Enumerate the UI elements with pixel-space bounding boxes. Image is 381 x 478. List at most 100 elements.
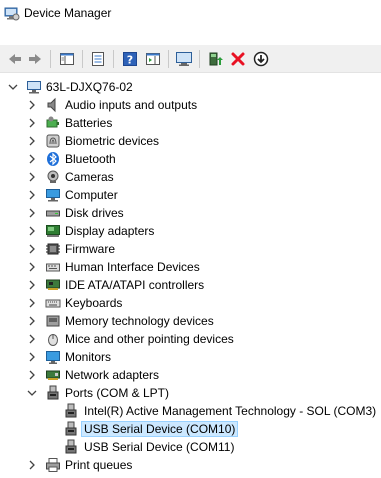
chevron-right-icon[interactable] — [27, 460, 37, 470]
ide-controller-icon — [46, 279, 60, 290]
category-label: Keyboards — [65, 296, 123, 310]
category-disk-drives[interactable]: Disk drives — [0, 204, 381, 222]
category-label: Computer — [65, 188, 118, 202]
category-keyboards[interactable]: Keyboards — [0, 294, 381, 312]
printer-icon — [46, 458, 60, 472]
window-title: Device Manager — [24, 6, 112, 20]
scan-hardware-button[interactable] — [174, 49, 194, 69]
category-hid[interactable]: Human Interface Devices — [0, 258, 381, 276]
chevron-right-icon[interactable] — [27, 298, 37, 308]
speaker-icon — [47, 97, 56, 113]
chevron-right-icon[interactable] — [27, 136, 37, 146]
arrow-left-icon — [9, 54, 21, 64]
uninstall-device-button[interactable] — [228, 49, 248, 69]
category-monitors[interactable]: Monitors — [0, 348, 381, 366]
monitor-icon — [46, 351, 60, 364]
help-icon: ? — [123, 52, 137, 67]
tree-root-node[interactable]: 63L-DJXQ76-02 — [0, 78, 381, 96]
chevron-right-icon[interactable] — [27, 352, 37, 362]
category-display-adapters[interactable]: Display adapters — [0, 222, 381, 240]
menu-bar — [0, 28, 381, 45]
chevron-right-icon[interactable] — [27, 334, 37, 344]
device-label: USB Serial Device (COM11) — [84, 440, 235, 454]
chevron-right-icon[interactable] — [27, 208, 37, 218]
category-label: Bluetooth — [65, 152, 116, 166]
chevron-right-icon[interactable] — [27, 190, 37, 200]
category-label: Batteries — [65, 116, 113, 130]
chevron-right-icon[interactable] — [27, 154, 37, 164]
device-item[interactable]: USB Serial Device (COM11) — [0, 438, 381, 456]
category-ide[interactable]: IDE ATA/ATAPI controllers — [0, 276, 381, 294]
chevron-right-icon[interactable] — [27, 244, 37, 254]
category-print-queues[interactable]: Print queues — [0, 456, 381, 474]
category-label: Firmware — [65, 242, 115, 256]
console-tree-icon — [60, 53, 74, 65]
keyboard-icon — [45, 299, 61, 308]
category-label: Biometric devices — [65, 134, 160, 148]
disk-drive-icon — [46, 210, 60, 217]
chevron-down-icon[interactable] — [27, 388, 37, 398]
red-x-icon — [231, 52, 245, 66]
device-item[interactable]: Intel(R) Active Management Technology - … — [0, 402, 381, 420]
hid-icon — [46, 263, 60, 272]
device-manager-icon — [4, 7, 20, 21]
properties-icon — [92, 52, 104, 66]
monitor-scan-icon — [176, 52, 192, 66]
computer-icon — [27, 81, 41, 94]
category-network-adapters[interactable]: Network adapters — [0, 366, 381, 384]
category-firmware[interactable]: Firmware — [0, 240, 381, 258]
chevron-right-icon[interactable] — [27, 262, 37, 272]
category-batteries[interactable]: Batteries — [0, 114, 381, 132]
category-label: Network adapters — [65, 368, 160, 382]
down-arrow-circle-icon — [253, 51, 269, 67]
category-mice[interactable]: Mice and other pointing devices — [0, 330, 381, 348]
show-hide-console-tree-button[interactable] — [57, 49, 77, 69]
mouse-icon — [48, 334, 58, 346]
display-adapter-icon — [46, 225, 60, 237]
category-biometric[interactable]: Biometric devices — [0, 132, 381, 150]
toolbar-separator — [113, 50, 114, 68]
help-button[interactable]: ? — [120, 49, 140, 69]
category-bluetooth[interactable]: Bluetooth — [0, 150, 381, 168]
properties-button[interactable] — [88, 49, 108, 69]
action-pane-button[interactable] — [143, 49, 163, 69]
port-icon — [65, 439, 77, 454]
device-label: USB Serial Device (COM10) — [80, 421, 239, 437]
chevron-right-icon[interactable] — [27, 226, 37, 236]
forward-button[interactable] — [25, 49, 45, 69]
toolbar: ? — [0, 45, 381, 73]
disable-device-button[interactable] — [251, 49, 271, 69]
network-adapter-icon — [46, 370, 60, 380]
chevron-down-icon[interactable] — [8, 82, 18, 92]
bluetooth-icon — [47, 152, 59, 166]
category-label: Disk drives — [65, 206, 124, 220]
port-icon — [65, 421, 77, 436]
category-ports[interactable]: Ports (COM & LPT) — [0, 384, 381, 402]
action-pane-icon — [146, 53, 160, 65]
chevron-right-icon[interactable] — [27, 370, 37, 380]
arrow-right-icon — [29, 54, 41, 64]
firmware-icon — [46, 243, 60, 255]
chevron-right-icon[interactable] — [27, 118, 37, 128]
update-driver-icon — [209, 52, 223, 66]
svg-text:?: ? — [127, 54, 133, 67]
update-driver-button[interactable] — [205, 49, 225, 69]
category-label: Audio inputs and outputs — [65, 98, 198, 112]
category-memory-technology[interactable]: Memory technology devices — [0, 312, 381, 330]
chevron-right-icon[interactable] — [27, 280, 37, 290]
category-label: Memory technology devices — [65, 314, 214, 328]
battery-icon — [46, 116, 59, 128]
memory-icon — [46, 315, 60, 327]
category-computer[interactable]: Computer — [0, 186, 381, 204]
device-item-selected[interactable]: USB Serial Device (COM10) — [0, 420, 381, 438]
chevron-right-icon[interactable] — [27, 316, 37, 326]
back-button[interactable] — [5, 49, 25, 69]
category-audio[interactable]: Audio inputs and outputs — [0, 96, 381, 114]
category-label: Cameras — [65, 170, 114, 184]
category-label: Monitors — [65, 350, 112, 364]
chevron-right-icon[interactable] — [27, 100, 37, 110]
category-cameras[interactable]: Cameras — [0, 168, 381, 186]
chevron-right-icon[interactable] — [27, 172, 37, 182]
toolbar-separator — [50, 50, 51, 68]
toolbar-separator — [168, 50, 169, 68]
